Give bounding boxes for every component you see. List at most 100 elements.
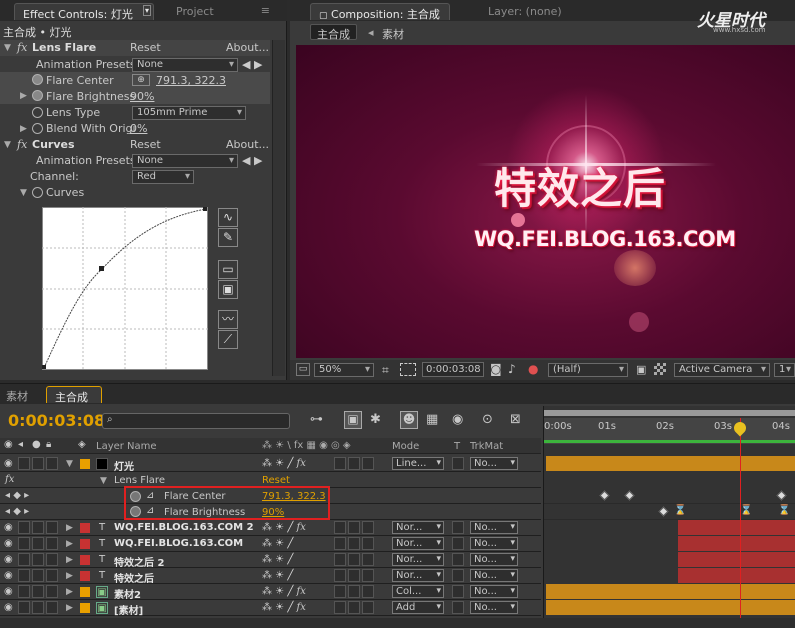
snapshot-icon[interactable]: ◙ [490, 362, 502, 376]
reset-line-icon[interactable]: ⟋ [218, 330, 238, 349]
flare-brightness-value[interactable]: 90% [130, 90, 154, 103]
blend-mode-dropdown[interactable]: Nor... [392, 537, 444, 550]
shy-icon[interactable]: ☻ [400, 411, 418, 429]
roi-icon[interactable]: ▣ [636, 363, 646, 376]
layer-collapse-icon[interactable]: ▼ [66, 459, 73, 469]
hold-keyframe[interactable]: ⌛ [778, 505, 790, 516]
timeline-timecode[interactable]: 0:00:03:08 [8, 411, 105, 430]
smooth-icon[interactable]: 〰 [218, 310, 238, 329]
crosshair-icon[interactable]: ⊕ [132, 74, 150, 86]
scrollbar[interactable] [272, 40, 285, 376]
presets-prev-icon[interactable]: ◀ [242, 154, 250, 167]
viewer-timecode[interactable]: 0:00:03:08 [422, 362, 484, 377]
layer-expand-icon[interactable]: ▶ [66, 523, 73, 533]
layer-name[interactable]: 特效之后 2 [114, 554, 164, 569]
track-bar[interactable] [546, 456, 795, 471]
lens-flare-about[interactable]: About... [226, 41, 269, 54]
stopwatch-icon[interactable] [32, 123, 43, 134]
layer-row[interactable]: ◉ ▶ ▣ [素材] ⁂ ☀ ╱ fx Add No... [0, 600, 541, 617]
layer-switches[interactable]: ⁂ ☀ ╱ fx [262, 458, 306, 469]
keyframe-nav-icon[interactable]: ◂ ◆ ▸ [5, 506, 29, 517]
stopwatch-icon[interactable] [130, 506, 141, 517]
lock-icon[interactable]: ▢ [319, 11, 328, 21]
layer-switches[interactable]: ⁂ ☀ ╱ [262, 538, 293, 549]
blend-mode-dropdown[interactable]: Nor... [392, 569, 444, 582]
preserve-transparency-toggle[interactable] [452, 601, 464, 614]
switch-box[interactable] [334, 569, 346, 582]
preserve-transparency-toggle[interactable] [452, 457, 464, 470]
switch-box[interactable] [362, 569, 374, 582]
layer-expand-icon[interactable]: ▶ [66, 539, 73, 549]
region-icon[interactable] [400, 363, 416, 376]
comp-mini-flowchart-icon[interactable]: ⊶ [310, 412, 323, 427]
fx-icon[interactable]: fx [17, 138, 27, 151]
track-bar[interactable] [678, 520, 795, 535]
layer-row[interactable]: ◉ ▶ T WQ.FEI.BLOG.163.COM ⁂ ☀ ╱ Nor... No... [0, 536, 541, 552]
visibility-eye-icon[interactable]: ◉ [4, 538, 13, 549]
layer-switches[interactable]: ⁂ ☀ ╱ fx [262, 586, 306, 597]
preserve-transparency-toggle[interactable] [452, 553, 464, 566]
mode-header[interactable]: Mode [392, 441, 419, 452]
timeline-tab-source[interactable]: 素材 [6, 388, 28, 404]
trkmat-header[interactable]: TrkMat [470, 441, 503, 452]
solo-toggle[interactable] [32, 585, 44, 598]
switch-box[interactable] [362, 457, 374, 470]
pencil-icon[interactable]: ✎ [218, 228, 238, 247]
fx-icon[interactable]: fx [17, 41, 27, 54]
audio-toggle[interactable] [18, 457, 30, 470]
switch-box[interactable] [334, 521, 346, 534]
graph-icon[interactable]: ⊿ [146, 490, 154, 501]
layer-row[interactable]: ◉ ▶ T 特效之后 2 ⁂ ☀ ╱ Nor... No... [0, 552, 541, 569]
solo-toggle[interactable] [32, 569, 44, 582]
switch-box[interactable] [348, 457, 360, 470]
lens-flare-row-reset[interactable]: Reset [262, 475, 290, 486]
graph-icon[interactable]: ⊿ [146, 505, 154, 516]
curves-expand-icon[interactable]: ▼ [4, 140, 11, 150]
blend-mode-dropdown[interactable]: Nor... [392, 553, 444, 566]
graph-editor-icon[interactable]: ⊙ [482, 412, 493, 427]
track-bar[interactable] [546, 584, 795, 599]
trkmat-dropdown[interactable]: No... [470, 553, 518, 566]
hold-keyframe[interactable]: ⌛ [674, 505, 686, 516]
switch-box[interactable] [362, 601, 374, 614]
presets-prev-icon[interactable]: ◀ [242, 58, 250, 71]
layer-name-header[interactable]: Layer Name [96, 441, 157, 452]
preserve-transparency-toggle[interactable] [452, 521, 464, 534]
audio-toggle[interactable] [18, 569, 30, 582]
track-bar[interactable] [678, 568, 795, 583]
composition-viewer[interactable]: 特效之后 WQ.FEI.BLOG.163.COM [296, 45, 795, 358]
live-update-icon[interactable]: ▣ [344, 411, 362, 429]
switch-box[interactable] [362, 585, 374, 598]
layer-label-color[interactable] [80, 523, 90, 533]
curves-presets-dropdown[interactable]: None [132, 154, 238, 168]
audio-toggle[interactable] [18, 585, 30, 598]
curve-tool-icon[interactable]: ∿ [218, 208, 238, 227]
lens-flare-reset[interactable]: Reset [130, 41, 161, 54]
timeline-track-area[interactable]: 0:00s 01s 02s 03s 04s ⌛ ⌛ ⌛ [543, 406, 795, 628]
frame-blending-icon[interactable]: ▦ [426, 412, 438, 427]
switch-box[interactable] [334, 553, 346, 566]
layer-name[interactable]: 素材2 [114, 586, 141, 601]
lens-type-dropdown[interactable]: 105mm Prime [132, 106, 246, 120]
audio-toggle[interactable] [18, 601, 30, 614]
trkmat-dropdown[interactable]: No... [470, 537, 518, 550]
resolution-dropdown[interactable]: (Half) [548, 363, 628, 377]
visibility-eye-icon[interactable]: ◉ [4, 554, 13, 565]
blend-value[interactable]: 0% [130, 122, 147, 135]
lock-toggle[interactable] [46, 537, 58, 550]
track-bar[interactable] [678, 536, 795, 551]
expand-icon[interactable]: ▼ [100, 476, 107, 486]
layer-name[interactable]: 特效之后 [114, 570, 154, 585]
layer-row[interactable]: ◉ ▶ T WQ.FEI.BLOG.163.COM 2 ⁂ ☀ ╱ fx Nor... No… [0, 520, 541, 536]
show-snapshot-icon[interactable]: ♪ [508, 362, 516, 376]
layer-row[interactable]: ◉ ▼ 灯光 ⁂ ☀ ╱ fx Line... No... [0, 456, 541, 473]
lens-flare-presets-dropdown[interactable]: None [132, 58, 238, 72]
audio-toggle[interactable] [18, 521, 30, 534]
switch-box[interactable] [348, 553, 360, 566]
switch-box[interactable] [362, 537, 374, 550]
layer-row[interactable]: ◉ ▶ T 特效之后 ⁂ ☀ ╱ Nor... No... [0, 568, 541, 585]
stopwatch-icon[interactable] [130, 491, 141, 502]
solo-toggle[interactable] [32, 521, 44, 534]
layer-name[interactable]: 灯光 [114, 458, 134, 473]
visibility-eye-icon[interactable]: ◉ [4, 570, 13, 581]
